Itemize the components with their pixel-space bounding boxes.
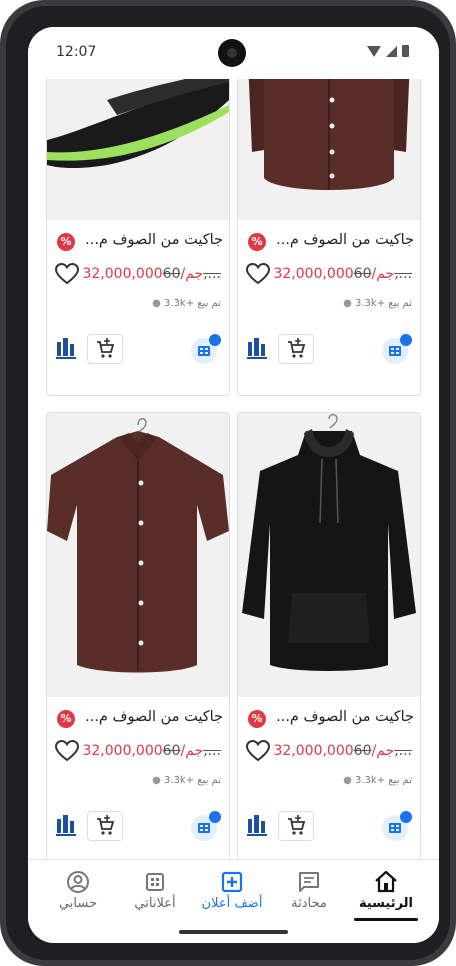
- verified-store-icon[interactable]: [382, 811, 412, 841]
- product-title[interactable]: جاكيت من الصوف م...: [246, 709, 414, 725]
- sold-text: تم بيع +3.3k: [354, 298, 412, 309]
- sold-count: تم بيع +3.3k ●: [343, 775, 412, 786]
- nav-label: أعلاناتي: [134, 896, 176, 911]
- front-camera: [218, 39, 246, 67]
- verified-store-icon[interactable]: [382, 334, 412, 364]
- add-to-cart-button[interactable]: [278, 334, 314, 364]
- product-image[interactable]: [47, 79, 229, 220]
- product-price: 32,000,000جم/: [82, 743, 204, 759]
- verified-store-icon[interactable]: [191, 811, 221, 841]
- system-icons: [367, 45, 409, 57]
- sold-count: تم بيع +3.3k ●: [152, 775, 221, 786]
- add-box-icon: [221, 871, 243, 893]
- cart-icon: [288, 338, 306, 358]
- fire-icon: ●: [152, 298, 161, 309]
- black-hoodie-image: [242, 413, 416, 671]
- shop-logo-icon[interactable]: [55, 336, 77, 362]
- phone-frame: 12:07 جاكيت من الصوف م... % 32,000,000جم…: [0, 0, 456, 966]
- verified-check-icon: [400, 811, 412, 823]
- nav-item-account[interactable]: حسابي: [40, 868, 116, 912]
- cart-icon: [288, 815, 306, 835]
- bottom-nav: حسابي أعلاناتي أضف أعلان محادثة الرئيسية: [28, 859, 439, 943]
- shop-logo-icon[interactable]: [55, 813, 77, 839]
- account-circle-icon: [67, 871, 89, 893]
- gesture-home-bar[interactable]: [179, 930, 288, 934]
- heart-icon[interactable]: [55, 263, 79, 285]
- nav-item-home[interactable]: الرئيسية: [348, 868, 424, 921]
- nav-label: حسابي: [58, 896, 98, 911]
- product-grid[interactable]: جاكيت من الصوف م... % 32,000,000جم/60,..…: [28, 79, 439, 859]
- sold-text: تم بيع +3.3k: [163, 298, 221, 309]
- active-indicator: [354, 918, 418, 921]
- fire-icon: ●: [343, 298, 352, 309]
- product-card[interactable]: جاكيت من الصوف م... % 32,000,000جم/60,..…: [46, 412, 230, 859]
- sold-text: تم بيع +3.3k: [163, 775, 221, 786]
- product-price: 32,000,000جم/: [273, 743, 395, 759]
- phone-bezel: 12:07 جاكيت من الصوف م... % 32,000,000جم…: [6, 6, 450, 960]
- cart-icon: [97, 338, 115, 358]
- product-title[interactable]: جاكيت من الصوف م...: [246, 232, 414, 248]
- add-to-cart-button[interactable]: [87, 334, 123, 364]
- sneaker-image: [47, 79, 229, 169]
- nav-label: محادثة: [291, 896, 327, 911]
- shop-logo-icon[interactable]: [246, 336, 268, 362]
- price-row: 32,000,000جم/60,...: [273, 743, 412, 759]
- add-to-cart-button[interactable]: [278, 811, 314, 841]
- heart-icon[interactable]: [246, 263, 270, 285]
- product-price: 32,000,000جم/: [82, 266, 204, 282]
- nav-item-chat[interactable]: محادثة: [271, 868, 347, 912]
- chat-icon: [299, 872, 319, 892]
- sold-count: تم بيع +3.3k ●: [152, 298, 221, 309]
- verified-store-icon[interactable]: [191, 334, 221, 364]
- product-price: 32,000,000جم/: [273, 266, 395, 282]
- product-card[interactable]: جاكيت من الصوف م... % 32,000,000جم/60,..…: [237, 412, 421, 859]
- screen: 12:07 جاكيت من الصوف م... % 32,000,000جم…: [28, 27, 439, 943]
- status-time: 12:07: [56, 44, 97, 60]
- product-image[interactable]: [238, 413, 420, 697]
- brown-shirt-hanger-image: [47, 418, 229, 673]
- product-image[interactable]: [47, 413, 229, 697]
- fire-icon: ●: [152, 775, 161, 786]
- nav-label: الرئيسية: [358, 896, 414, 911]
- sold-count: تم بيع +3.3k ●: [343, 298, 412, 309]
- grid-icon: [146, 873, 164, 891]
- price-row: 32,000,000جم/60,...: [82, 743, 221, 759]
- signal-icon: [386, 45, 397, 57]
- cart-icon: [97, 815, 115, 835]
- battery-icon: [402, 45, 409, 57]
- nav-label: أضف أعلان: [201, 896, 263, 911]
- product-image[interactable]: [238, 79, 420, 220]
- add-to-cart-button[interactable]: [87, 811, 123, 841]
- product-card[interactable]: جاكيت من الصوف م... % 32,000,000جم/60,..…: [237, 79, 421, 396]
- discount-badge: %: [248, 710, 266, 728]
- fire-icon: ●: [343, 775, 352, 786]
- wifi-icon: [367, 45, 381, 57]
- verified-check-icon: [400, 334, 412, 346]
- heart-icon[interactable]: [246, 740, 270, 762]
- product-title[interactable]: جاكيت من الصوف م...: [55, 232, 223, 248]
- product-card[interactable]: جاكيت من الصوف م... % 32,000,000جم/60,..…: [46, 79, 230, 396]
- price-row: 32,000,000جم/60,...: [273, 266, 412, 282]
- verified-check-icon: [209, 811, 221, 823]
- nav-item-my-ads[interactable]: أعلاناتي: [117, 868, 193, 912]
- discount-badge: %: [57, 233, 75, 251]
- nav-item-add-ad[interactable]: أضف أعلان: [194, 868, 270, 912]
- heart-icon[interactable]: [55, 740, 79, 762]
- shop-logo-icon[interactable]: [246, 813, 268, 839]
- price-row: 32,000,000جم/60,...: [82, 266, 221, 282]
- product-title[interactable]: جاكيت من الصوف م...: [55, 709, 223, 725]
- status-bar: 12:07: [28, 27, 439, 79]
- discount-badge: %: [248, 233, 266, 251]
- brown-shirt-image: [248, 79, 410, 190]
- home-icon: [375, 870, 397, 893]
- verified-check-icon: [209, 334, 221, 346]
- discount-badge: %: [57, 710, 75, 728]
- sold-text: تم بيع +3.3k: [354, 775, 412, 786]
